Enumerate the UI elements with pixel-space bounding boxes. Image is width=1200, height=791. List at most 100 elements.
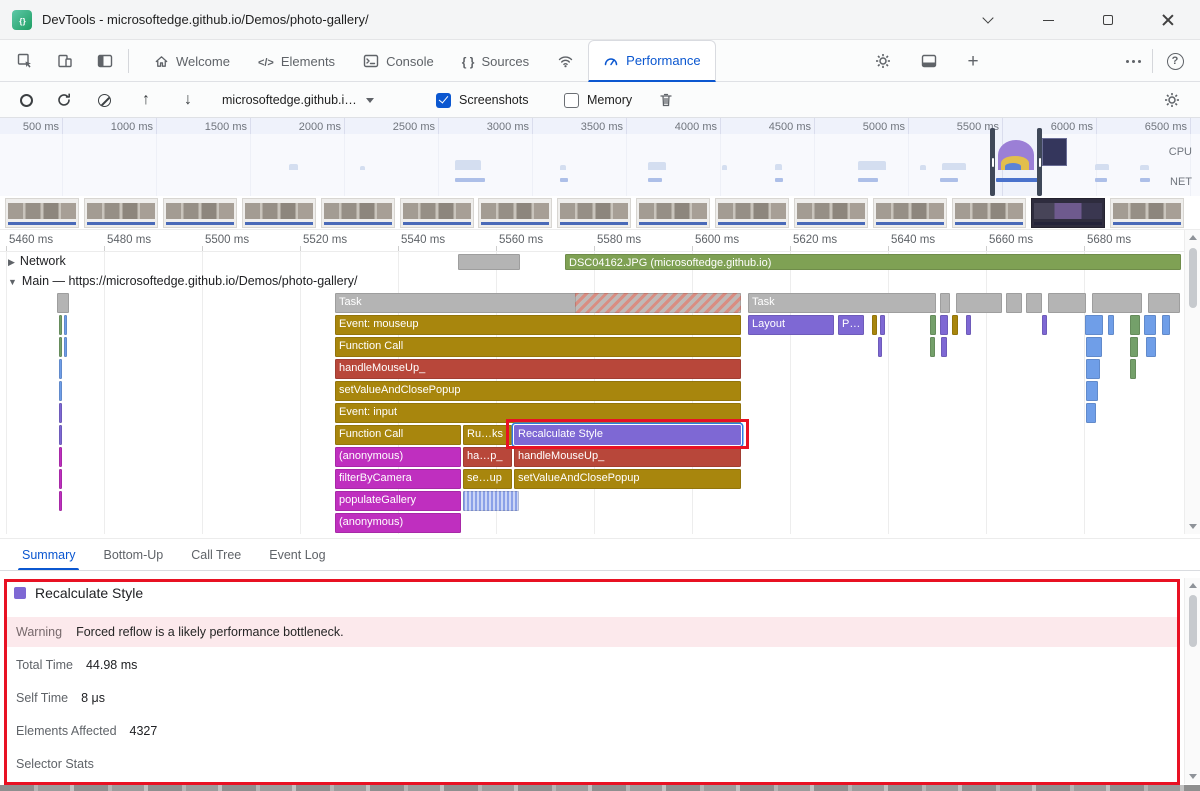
flame-bar[interactable] (956, 293, 1002, 313)
scrollbar-thumb[interactable] (1189, 248, 1197, 308)
flame-bar[interactable] (1130, 315, 1140, 335)
flame-bar[interactable] (1148, 293, 1180, 313)
flame-bar-anonymous[interactable]: (anonymous) (335, 513, 461, 533)
selection-handle-right[interactable] (1037, 128, 1042, 196)
tab-sources[interactable]: Sources (448, 40, 543, 82)
memory-checkbox-row[interactable]: Memory (564, 85, 632, 115)
flame-bar-function-call[interactable]: Function Call (335, 425, 461, 445)
tab-network[interactable] (543, 40, 588, 82)
screenshot-thumbnail[interactable] (557, 198, 631, 228)
minimize-button[interactable] (1025, 0, 1071, 40)
more-options-button[interactable] (1116, 46, 1150, 76)
flame-bar-layout[interactable]: Layout (748, 315, 834, 335)
screenshot-thumbnail[interactable] (242, 198, 316, 228)
flame-bar[interactable] (930, 315, 936, 335)
screenshot-thumbnail[interactable] (636, 198, 710, 228)
summary-field-selector-stats[interactable]: Selector Stats (16, 754, 94, 774)
screenshot-thumbnail[interactable] (478, 198, 552, 228)
screenshot-thumbnail[interactable] (873, 198, 947, 228)
flame-scrollbar[interactable] (1184, 230, 1200, 534)
flame-bar[interactable] (59, 425, 62, 445)
tab-elements[interactable]: Elements (244, 40, 349, 82)
page-selector-dropdown[interactable]: microsoftedge.github.i… (222, 85, 374, 115)
scroll-up-button[interactable] (1185, 230, 1200, 245)
flame-bar-dsc04162-jpg-microsoftedge-github-io[interactable]: DSC04162.JPG (microsoftedge.github.io) (565, 254, 1181, 270)
flame-bar[interactable] (1146, 337, 1156, 357)
screenshot-thumbnail[interactable] (715, 198, 789, 228)
tab-bottom-up[interactable]: Bottom-Up (89, 539, 177, 570)
tab-console[interactable]: Console (349, 40, 448, 82)
load-profile-button[interactable]: ↑ (130, 85, 162, 115)
flame-bar[interactable] (59, 315, 62, 335)
flame-bar[interactable] (463, 491, 519, 511)
flame-bar[interactable] (940, 315, 948, 335)
screenshot-thumbnail[interactable] (84, 198, 158, 228)
flame-bar-handlemouseup[interactable]: handleMouseUp_ (514, 447, 741, 467)
flame-bar-handlemouseup[interactable]: handleMouseUp_ (335, 359, 741, 379)
summary-scrollbar[interactable] (1184, 578, 1200, 784)
flame-bar[interactable] (59, 359, 62, 379)
flame-bar-recalculate-style[interactable]: Recalculate Style (514, 425, 741, 445)
flame-bar[interactable] (1144, 315, 1156, 335)
screenshots-checkbox[interactable] (436, 93, 451, 108)
flame-bar[interactable] (930, 337, 935, 357)
flame-bar[interactable] (458, 254, 520, 270)
flame-bar[interactable] (880, 315, 885, 335)
flame-bar[interactable] (59, 381, 62, 401)
flame-bar[interactable] (872, 315, 877, 335)
screenshot-thumbnail[interactable] (321, 198, 395, 228)
panel-layout-button[interactable] (88, 46, 122, 76)
flame-bar[interactable] (952, 315, 958, 335)
save-profile-button[interactable]: ↓ (172, 85, 204, 115)
memory-checkbox[interactable] (564, 93, 579, 108)
flame-bar[interactable] (966, 315, 971, 335)
screenshot-thumbnail[interactable] (952, 198, 1026, 228)
add-tab-button[interactable]: + (956, 46, 990, 76)
reload-and-record-button[interactable] (48, 85, 80, 115)
network-section-toggle[interactable]: Network (8, 254, 66, 268)
timeline-overview[interactable]: 500 ms1000 ms1500 ms2000 ms2500 ms3000 m… (0, 118, 1200, 196)
tab-event-log[interactable]: Event Log (255, 539, 339, 570)
flame-bar[interactable] (59, 491, 62, 511)
flame-bar[interactable] (1026, 293, 1042, 313)
scroll-down-button[interactable] (1185, 519, 1200, 534)
flame-bar[interactable] (1086, 359, 1100, 379)
flame-bar[interactable] (59, 469, 62, 489)
screenshot-thumbnail[interactable] (1031, 198, 1105, 228)
scroll-up-button[interactable] (1185, 578, 1200, 593)
delete-recording-button[interactable] (650, 85, 682, 115)
device-emulation-button[interactable] (48, 46, 82, 76)
main-thread-flame-chart[interactable]: TaskTaskEvent: mouseupLayoutP…Function C… (0, 292, 1184, 534)
main-section-toggle[interactable]: Main — https://microsoftedge.github.io/D… (8, 274, 358, 288)
flame-bar[interactable] (1042, 315, 1047, 335)
flame-bar-function-call[interactable]: Function Call (335, 337, 741, 357)
flame-bar-ru-ks[interactable]: Ru…ks (463, 425, 512, 445)
window-menu-button[interactable] (965, 0, 1011, 40)
tab-welcome[interactable]: Welcome (140, 40, 244, 82)
flame-bar-filterbycamera[interactable]: filterByCamera (335, 469, 461, 489)
flame-bar[interactable] (1092, 293, 1142, 313)
flame-bar-setvalueandclosepopup[interactable]: setValueAndClosePopup (514, 469, 741, 489)
clear-recording-button[interactable] (88, 85, 120, 115)
flame-bar[interactable] (1086, 337, 1102, 357)
scroll-down-button[interactable] (1185, 769, 1200, 784)
flame-bar[interactable] (1130, 337, 1138, 357)
flame-bar[interactable] (64, 337, 67, 357)
screenshot-thumbnail[interactable] (5, 198, 79, 228)
flame-bar[interactable] (575, 293, 741, 313)
flame-bar[interactable] (1108, 315, 1114, 335)
screenshot-thumbnail[interactable] (794, 198, 868, 228)
tab-call-tree[interactable]: Call Tree (177, 539, 255, 570)
flame-bar[interactable] (1086, 381, 1098, 401)
flame-bar-populategallery[interactable]: populateGallery (335, 491, 461, 511)
help-button[interactable] (1158, 46, 1192, 76)
close-button[interactable] (1145, 0, 1191, 40)
screenshot-thumbnail[interactable] (1110, 198, 1184, 228)
tab-summary[interactable]: Summary (8, 539, 89, 570)
flame-bar[interactable] (1048, 293, 1086, 313)
record-button[interactable] (10, 85, 42, 115)
flame-bar-se-up[interactable]: se…up (463, 469, 512, 489)
scrollbar-thumb[interactable] (1189, 595, 1197, 647)
dock-side-button[interactable] (912, 46, 946, 76)
maximize-button[interactable] (1085, 0, 1131, 40)
